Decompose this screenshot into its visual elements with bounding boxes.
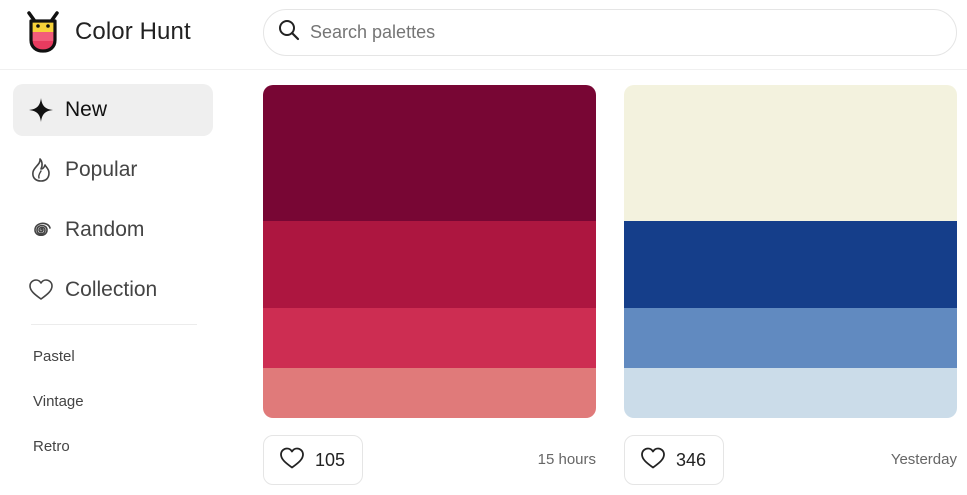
palette-swatches[interactable] — [624, 85, 957, 418]
tag-retro[interactable]: Retro — [13, 424, 213, 469]
app-name: Color Hunt — [75, 18, 191, 45]
spiral-icon — [28, 217, 54, 243]
tag-vintage[interactable]: Vintage — [13, 379, 213, 424]
like-button[interactable]: 105 — [263, 435, 364, 485]
heart-icon — [28, 277, 54, 303]
search-input[interactable] — [308, 21, 908, 44]
sidebar: New Popular Random Collection Pastel Vin — [13, 84, 213, 469]
nav-item-new[interactable]: New — [13, 84, 213, 136]
flame-icon — [28, 157, 54, 183]
tag-pastel[interactable]: Pastel — [13, 334, 213, 379]
color-swatch[interactable] — [624, 85, 957, 221]
search-icon — [278, 19, 300, 46]
heart-icon — [279, 446, 305, 475]
palette-time: 15 hours — [537, 451, 596, 468]
color-swatch[interactable] — [624, 221, 957, 308]
color-swatch[interactable] — [624, 308, 957, 368]
sparkle-icon — [28, 97, 54, 123]
like-count: 105 — [315, 449, 346, 470]
nav-item-popular[interactable]: Popular — [13, 144, 213, 196]
color-swatch[interactable] — [624, 368, 957, 418]
nav-label-random: Random — [65, 218, 145, 241]
nav-label-popular: Popular — [65, 158, 138, 181]
search-bar[interactable] — [263, 9, 957, 56]
logo[interactable]: Color Hunt — [24, 10, 191, 54]
palette-meta: 346 Yesterday — [624, 435, 957, 495]
palette-meta: 105 15 hours — [263, 435, 596, 495]
nav-label-collection: Collection — [65, 278, 158, 301]
palette-swatches[interactable] — [263, 85, 596, 418]
nav-item-collection[interactable]: Collection — [13, 264, 213, 316]
palette-time: Yesterday — [890, 451, 957, 468]
palette-card: 105 15 hours — [263, 85, 596, 495]
like-count: 346 — [676, 449, 707, 470]
tag-list: Pastel Vintage Retro — [13, 334, 213, 469]
nav-label-new: New — [65, 98, 108, 121]
color-swatch[interactable] — [263, 368, 596, 418]
like-button[interactable]: 346 — [624, 435, 725, 485]
color-swatch[interactable] — [263, 85, 596, 221]
sidebar-divider — [31, 324, 197, 325]
color-swatch[interactable] — [263, 221, 596, 308]
top-header: Color Hunt — [0, 0, 967, 70]
color-hunt-logo-icon — [24, 10, 62, 54]
palette-card: 346 Yesterday — [624, 85, 957, 495]
color-swatch[interactable] — [263, 308, 596, 368]
heart-icon — [640, 446, 666, 475]
nav-item-random[interactable]: Random — [13, 204, 213, 256]
